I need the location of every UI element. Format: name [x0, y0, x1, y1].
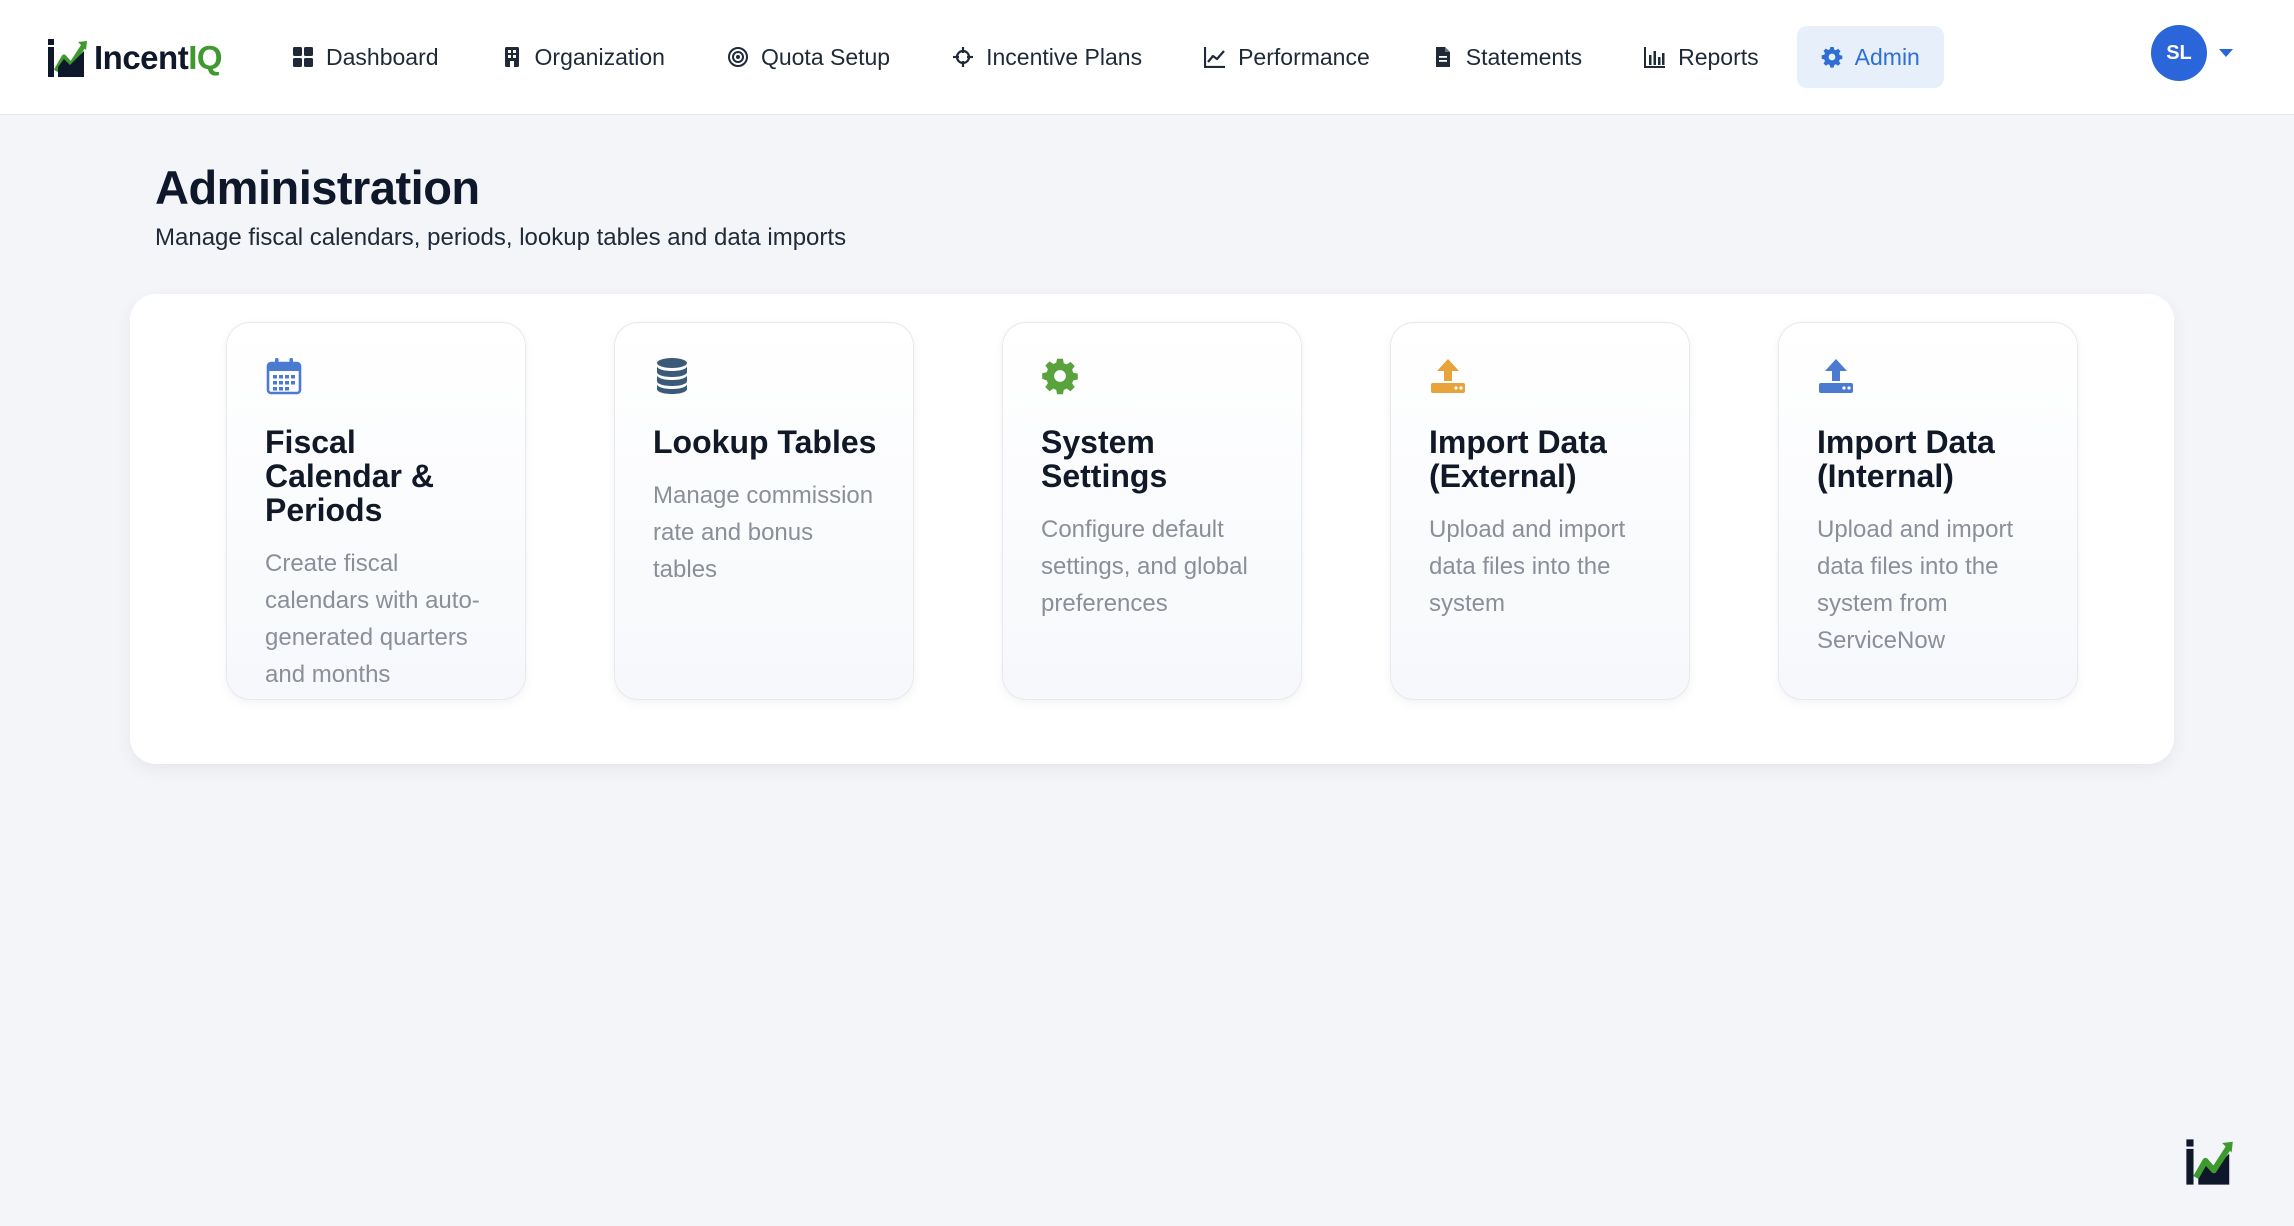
nav-item-dashboard[interactable]: Dashboard — [268, 26, 463, 88]
card-system-settings[interactable]: System Settings Configure default settin… — [1002, 322, 1302, 700]
nav-item-organization[interactable]: Organization — [477, 26, 689, 88]
nav-label: Organization — [534, 43, 665, 70]
card-fiscal-calendar[interactable]: Fiscal Calendar & Periods Create fiscal … — [226, 322, 526, 700]
card-title: Import Data (External) — [1429, 424, 1607, 494]
main-nav: Dashboard Organization Quota Setup Incen… — [268, 26, 1958, 88]
card-title: Import Data (Internal) — [1817, 424, 1995, 494]
brand-mark-icon — [48, 39, 87, 77]
card-lookup-tables[interactable]: Lookup Tables Manage commission rate and… — [614, 322, 914, 700]
brand-mark-icon — [2186, 1139, 2233, 1185]
admin-cards-panel: Fiscal Calendar & Periods Create fiscal … — [130, 294, 2174, 764]
card-description: Upload and import data files into the sy… — [1817, 516, 2014, 654]
nav-label: Incentive Plans — [986, 43, 1143, 70]
database-icon — [657, 358, 687, 394]
building-icon — [504, 47, 519, 67]
nav-label: Performance — [1238, 43, 1370, 70]
nav-label: Statements — [1465, 43, 1583, 70]
card-import-external[interactable]: Import Data (External) Upload and import… — [1390, 322, 1690, 700]
nav-label: Admin — [1854, 43, 1920, 70]
target-icon — [727, 47, 748, 67]
nav-item-statements[interactable]: Statements — [1408, 26, 1606, 88]
line-chart-icon — [1204, 47, 1226, 68]
card-import-internal[interactable]: Import Data (Internal) Upload and import… — [1778, 322, 2078, 700]
nav-label: Reports — [1678, 43, 1759, 70]
nav-item-admin[interactable]: Admin — [1796, 26, 1944, 88]
card-description: Configure default settings, and global p… — [1041, 516, 1248, 617]
card-description: Manage commission rate and bonus tables — [653, 482, 874, 583]
calendar-icon — [266, 358, 302, 395]
crosshair-icon — [953, 47, 974, 67]
upload-icon — [1431, 359, 1465, 393]
gear-icon — [1042, 358, 1078, 395]
top-navbar: IncentIQ Dashboard Organization Quota Se… — [0, 0, 2294, 115]
nav-item-quota-setup[interactable]: Quota Setup — [703, 26, 914, 88]
card-description: Upload and import data files into the sy… — [1429, 516, 1626, 617]
page-title: Administration — [155, 161, 480, 214]
nav-item-incentive-plans[interactable]: Incentive Plans — [928, 26, 1166, 88]
document-icon — [1435, 47, 1450, 67]
gear-icon — [1821, 47, 1842, 68]
user-avatar[interactable]: SL — [2151, 25, 2207, 81]
card-title: Lookup Tables — [653, 424, 877, 460]
nav-label: Quota Setup — [760, 43, 891, 70]
card-description: Create fiscal calendars with auto-genera… — [265, 550, 480, 688]
page-subtitle: Manage fiscal calendars, periods, lookup… — [155, 224, 847, 251]
card-title: Fiscal Calendar & Periods — [265, 424, 434, 528]
brand-name: IncentIQ — [94, 39, 223, 76]
brand-logo[interactable]: IncentIQ — [46, 36, 223, 80]
nav-item-reports[interactable]: Reports — [1620, 26, 1783, 88]
chevron-down-icon[interactable] — [2219, 49, 2233, 57]
grid-icon — [293, 47, 313, 67]
card-title: System Settings — [1041, 424, 1168, 494]
nav-label: Dashboard — [326, 43, 439, 70]
upload-icon — [1819, 359, 1853, 393]
nav-item-performance[interactable]: Performance — [1180, 26, 1394, 88]
bar-chart-icon — [1644, 47, 1666, 68]
